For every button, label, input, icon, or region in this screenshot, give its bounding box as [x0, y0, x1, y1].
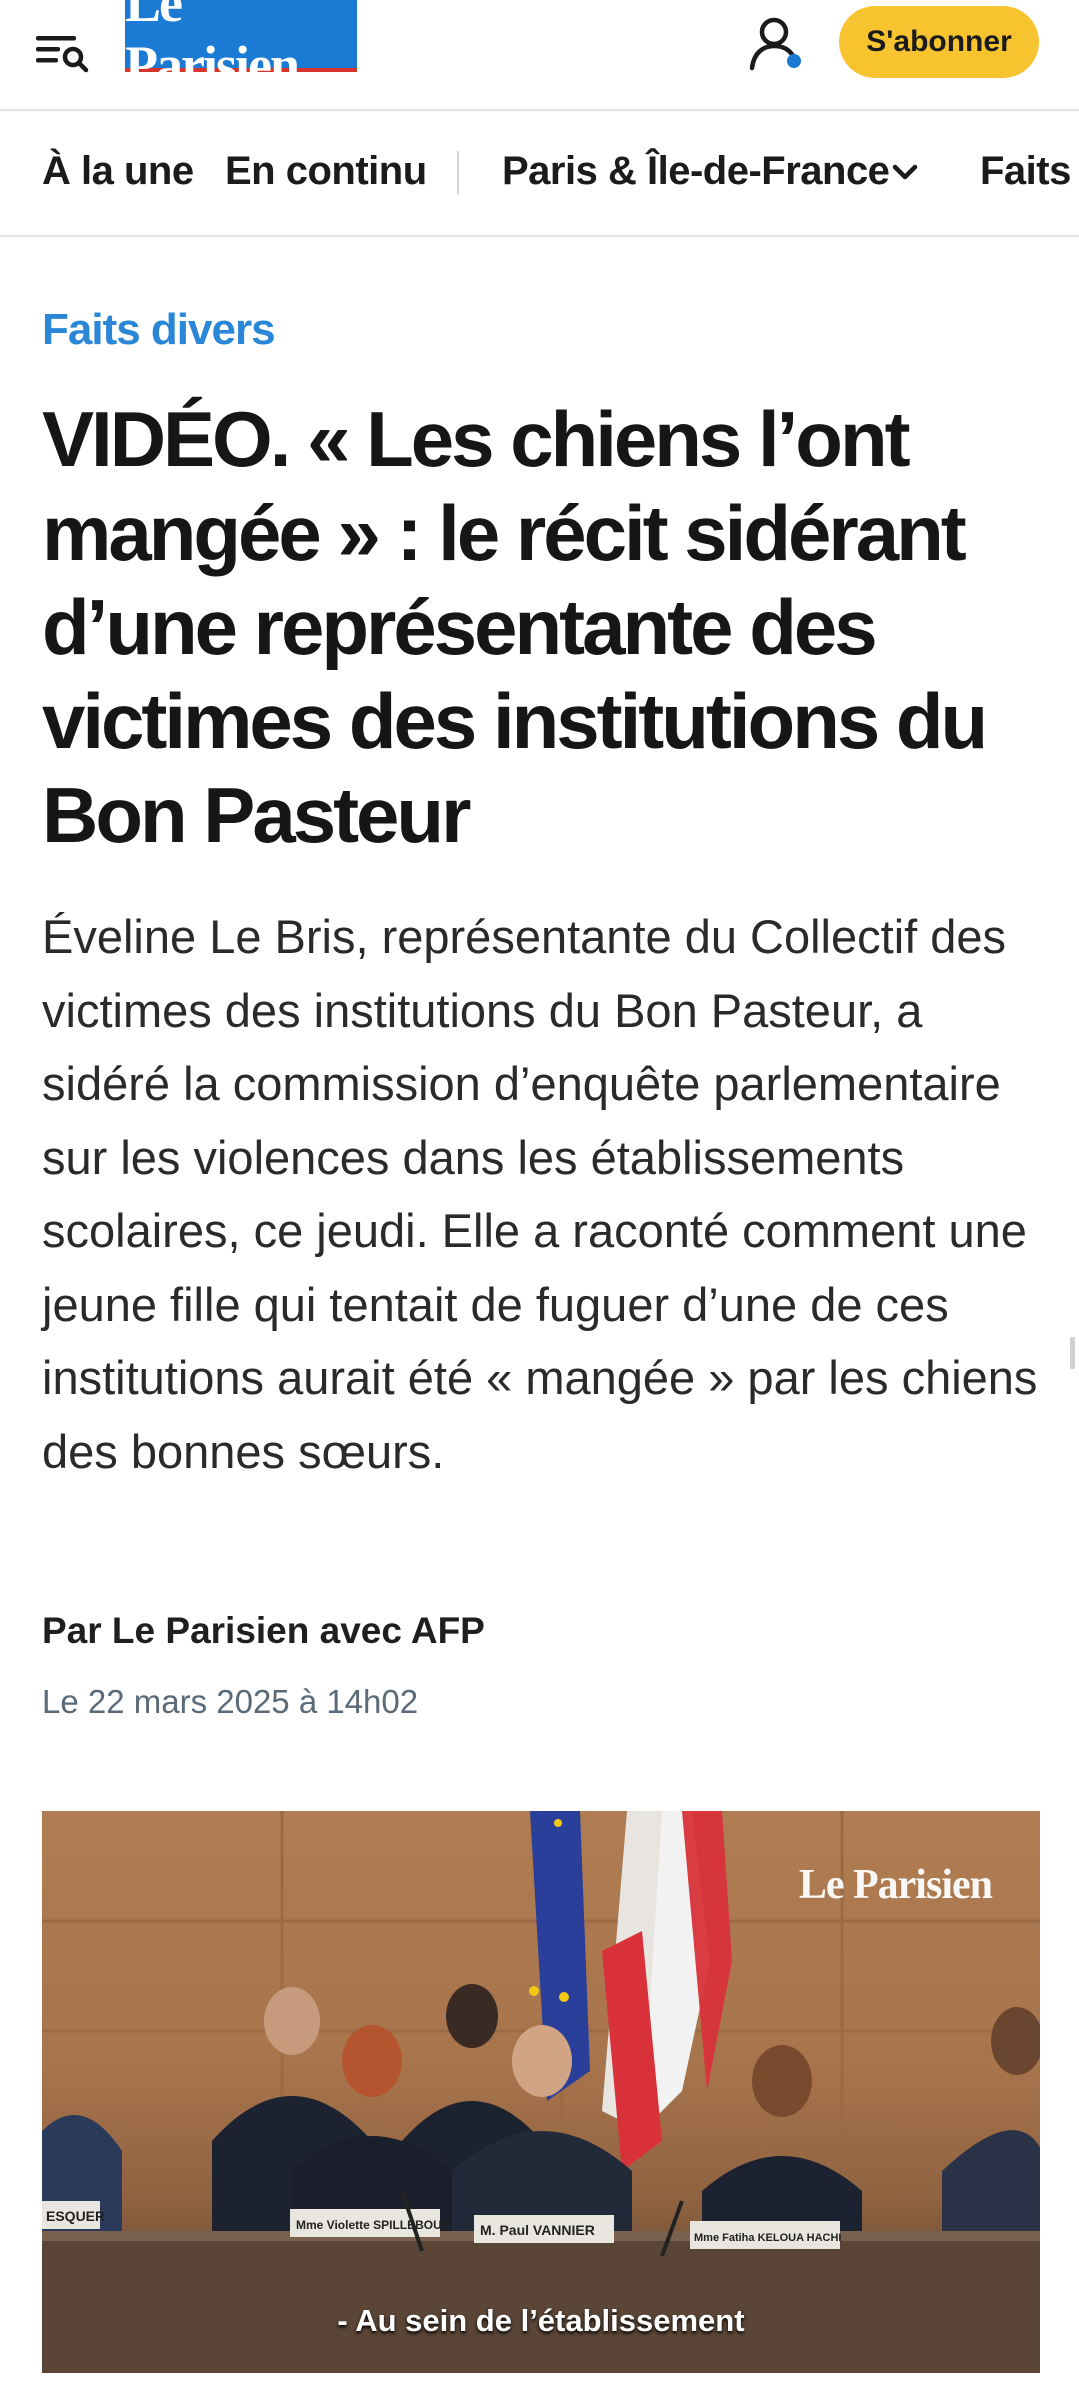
article-date: Le 22 mars 2025 à 14h02: [42, 1683, 419, 1720]
video-caption: - Au sein de l’établissement: [337, 2303, 745, 2338]
menu-search-icon[interactable]: [32, 22, 92, 82]
nav-item-paris-ile-de-france[interactable]: Paris & Île-de-France: [502, 149, 890, 194]
scrollbar-thumb[interactable]: [1070, 1337, 1075, 1369]
video-player[interactable]: ESQUER Mme Violette SPILLEBOUT M. Paul V…: [42, 1811, 1040, 2373]
article-lede: Éveline Le Bris, représentante du Collec…: [42, 910, 1038, 1478]
article-category[interactable]: Faits divers: [42, 305, 276, 355]
nav-divider: [457, 151, 459, 195]
nameplate-3: M. Paul VANNIER: [480, 2222, 595, 2238]
nav-item-faits-divers[interactable]: Faits divers: [980, 149, 1079, 194]
nav-item-a-la-une[interactable]: À la une: [42, 149, 194, 194]
nameplate-2: Mme Violette SPILLEBOUT: [296, 2218, 450, 2232]
top-bar: Le Parisien S'abonner: [0, 0, 1079, 111]
site-logo[interactable]: Le Parisien: [125, 0, 357, 95]
video-watermark: Le Parisien: [798, 1862, 993, 1908]
subscribe-button[interactable]: S'abonner: [839, 6, 1039, 78]
article-headline: VIDÉO. « Les chiens l’ont mangée » : le …: [42, 395, 988, 859]
chevron-down-icon[interactable]: [890, 161, 920, 185]
section-nav: À la une En continu Paris & Île-de-Franc…: [0, 111, 1079, 237]
nameplate-1: ESQUER: [46, 2208, 105, 2224]
nav-item-en-continu[interactable]: En continu: [225, 149, 427, 194]
article-byline: Par Le Parisien avec AFP: [42, 1610, 485, 1651]
nameplate-4: Mme Fatiha KELOUA HACHI: [694, 2232, 842, 2244]
user-icon[interactable]: [746, 12, 808, 74]
